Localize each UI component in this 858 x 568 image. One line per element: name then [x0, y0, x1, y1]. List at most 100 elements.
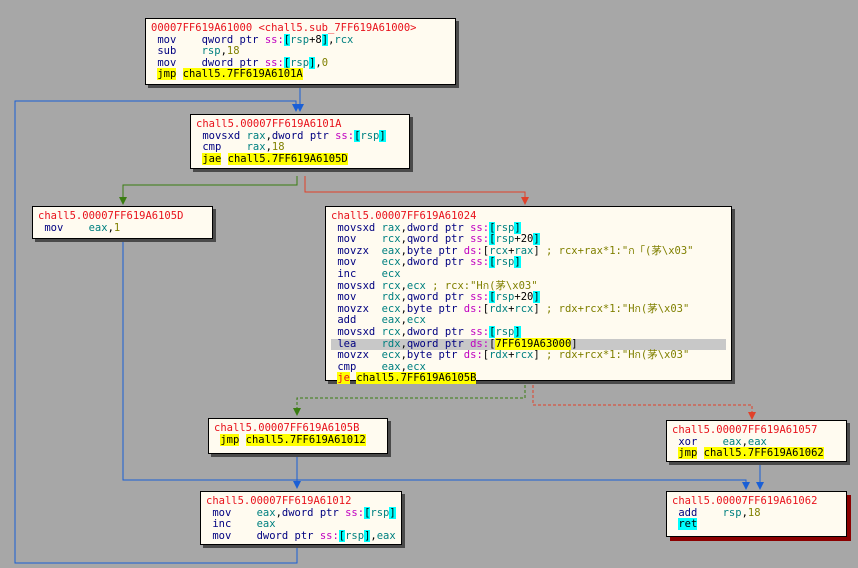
mnemonic: cmp	[337, 360, 357, 373]
operand: ]	[533, 291, 540, 304]
operand: dword ptr	[406, 256, 471, 269]
block-sub-7ff619a61000[interactable]: 00007FF619A61000 <chall5.sub_7FF619A6100…	[145, 18, 456, 85]
operand: qword ptr	[406, 291, 471, 304]
mnemonic: xor	[678, 435, 698, 448]
operand: ss:	[264, 33, 284, 46]
mnemonic: mov	[157, 33, 177, 46]
comment: ; rdx+rcx*1:"Hก(茅\x03"	[539, 349, 690, 362]
mnemonic: add	[337, 314, 357, 327]
operand: rsp	[495, 325, 515, 338]
operand: ss:	[319, 529, 339, 542]
mnemonic: ret	[678, 518, 698, 531]
comment: ; rcx:"Hก(茅\x03"	[425, 279, 538, 292]
edge-101a-to-1024	[304, 176, 526, 201]
instruction-line[interactable]: add rsp,18	[672, 506, 841, 520]
operand: rdx	[381, 337, 401, 350]
operand: eax	[722, 435, 742, 448]
operand: rsp	[495, 291, 515, 304]
operand: rdx	[381, 291, 401, 304]
block-label[interactable]: chall5.00007FF619A6105B	[214, 422, 382, 435]
mnemonic: cmp	[202, 141, 222, 154]
operand: 0	[321, 56, 329, 69]
operand: qword ptr	[201, 33, 265, 46]
operand: qword ptr	[406, 233, 471, 246]
operand: dword ptr	[406, 325, 471, 338]
comment: ; rcx+rax*1:"ก「(茅\x03"	[539, 244, 694, 257]
operand: eax	[88, 221, 108, 234]
instruction-line[interactable]: jmp chall5.7FF619A61012	[214, 433, 382, 447]
instruction-line[interactable]: mov eax,1	[38, 221, 207, 235]
operand: byte ptr	[406, 349, 464, 362]
operand: ]	[379, 129, 386, 142]
block-7ff619a6105b[interactable]: chall5.00007FF619A6105B jmp chall5.7FF61…	[208, 418, 388, 454]
operand: ecx	[406, 360, 426, 373]
operand: rcx	[514, 349, 534, 362]
operand: ]	[533, 233, 540, 246]
operand: byte ptr	[406, 244, 464, 257]
mnemonic: movzx	[337, 302, 369, 315]
jump-target[interactable]: chall5.7FF619A6105D	[227, 152, 348, 165]
instruction-line[interactable]: jmp chall5.7FF619A61062	[672, 447, 841, 460]
operand: ecx	[381, 349, 401, 362]
mnemonic: movsxd	[202, 129, 241, 142]
jump-target[interactable]: 7FF619A63000	[495, 337, 572, 350]
operand: +20	[514, 291, 534, 304]
operand: rsp	[495, 221, 515, 234]
mnemonic: mov	[337, 291, 357, 304]
block-7ff619a61024[interactable]: chall5.00007FF619A61024 movsxd rax,dword…	[325, 206, 732, 385]
operand: eax	[381, 244, 401, 257]
operand: rsp	[495, 256, 515, 269]
operand: ecx	[406, 279, 426, 292]
jump-target[interactable]: chall5.7FF619A6105B	[356, 372, 477, 385]
operand: ss:	[345, 506, 365, 519]
block-7ff619a6105d[interactable]: chall5.00007FF619A6105D mov eax,1	[32, 206, 213, 239]
instruction-line[interactable]: jae chall5.7FF619A6105D	[196, 152, 404, 166]
block-7ff619a61062[interactable]: chall5.00007FF619A61062 add rsp,18 ret	[666, 491, 847, 537]
mnemonic: jmp	[678, 447, 698, 460]
jump-target[interactable]: chall5.7FF619A61012	[245, 433, 366, 446]
instruction-line[interactable]: jmp chall5.7FF619A6101A	[151, 68, 450, 81]
mnemonic: mov	[44, 221, 64, 234]
operand: rdx	[489, 349, 509, 362]
instruction-line[interactable]: je chall5.7FF619A6105B	[331, 372, 726, 385]
instruction-line[interactable]: ret	[672, 518, 841, 531]
operand: rax	[381, 221, 401, 234]
jump-target[interactable]: chall5.7FF619A61062	[703, 447, 824, 460]
mnemonic: movzx	[337, 349, 369, 362]
operand: ecx	[381, 302, 401, 315]
mnemonic: add	[678, 506, 698, 519]
operand: ecx	[381, 267, 401, 280]
operand: eax	[381, 360, 401, 373]
operand: ds:	[463, 244, 483, 257]
mnemonic: movsxd	[337, 279, 376, 292]
operand: dword ptr	[281, 506, 346, 519]
operand: ss:	[470, 256, 490, 269]
mnemonic: lea	[337, 337, 357, 350]
operand: rcx	[334, 33, 354, 46]
block-label[interactable]: chall5.00007FF619A6105D	[38, 210, 207, 223]
operand: ]	[514, 221, 521, 234]
block-7ff619a61012[interactable]: chall5.00007FF619A61012 mov eax,dword pt…	[200, 491, 402, 545]
block-7ff619a6101a[interactable]: chall5.00007FF619A6101A movsxd rax,dword…	[190, 114, 410, 169]
operand: rax	[246, 129, 266, 142]
operand: rcx	[381, 233, 401, 246]
operand: rax	[246, 141, 266, 154]
mnemonic: jmp	[157, 68, 177, 81]
operand: 18	[226, 45, 240, 58]
mnemonic: movsxd	[337, 221, 376, 234]
operand: +8	[309, 33, 322, 46]
instruction-line[interactable]: mov dword ptr ss:[rsp],eax	[206, 529, 396, 543]
operand: ss:	[470, 325, 490, 338]
block-7ff619a61057[interactable]: chall5.00007FF619A61057 xor eax,eax jmp …	[666, 420, 847, 462]
operand: eax	[256, 506, 276, 519]
operand: rdx	[489, 302, 509, 315]
operand: rcx	[489, 244, 509, 257]
operand: ss:	[264, 56, 284, 69]
jump-target[interactable]: chall5.7FF619A6101A	[182, 68, 303, 81]
operand: rsp	[495, 233, 515, 246]
mnemonic: movzx	[337, 244, 369, 257]
operand: eax	[256, 518, 276, 531]
operand: ]	[514, 256, 521, 269]
mnemonic: inc	[337, 267, 357, 280]
operand: ss:	[470, 291, 490, 304]
